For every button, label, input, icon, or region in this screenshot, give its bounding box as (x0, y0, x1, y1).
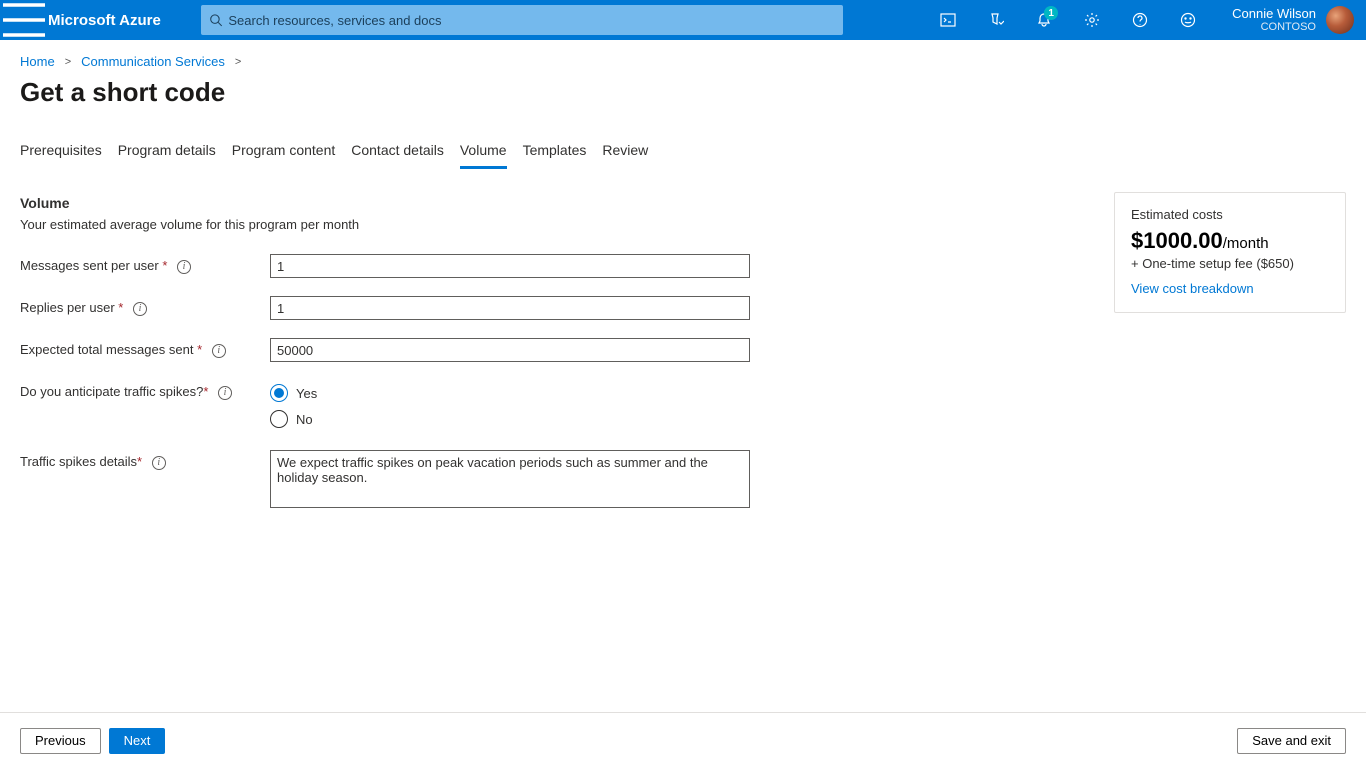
info-icon[interactable]: i (133, 302, 147, 316)
search-icon (209, 13, 223, 27)
tab-prerequisites[interactable]: Prerequisites (20, 142, 102, 169)
label-messages-sent: Messages sent per user * i (20, 254, 270, 274)
radio-spikes-yes[interactable]: Yes (270, 380, 317, 406)
cloud-shell-icon (940, 12, 956, 28)
smiley-icon (1180, 12, 1196, 28)
tab-volume[interactable]: Volume (460, 142, 507, 169)
chevron-right-icon: > (65, 56, 71, 68)
search-input[interactable] (228, 13, 834, 28)
directory-filter-button[interactable] (972, 0, 1020, 40)
cost-header: Estimated costs (1131, 207, 1329, 222)
help-icon (1132, 12, 1148, 28)
save-and-exit-button[interactable]: Save and exit (1237, 728, 1346, 754)
radio-label-yes: Yes (296, 386, 317, 401)
section-title: Volume (20, 195, 780, 211)
user-name: Connie Wilson (1232, 7, 1316, 21)
tab-program-content[interactable]: Program content (232, 142, 336, 169)
page-title: Get a short code (20, 77, 1346, 108)
filter-icon (988, 12, 1004, 28)
tabs: Prerequisites Program details Program co… (20, 142, 1346, 169)
previous-button[interactable]: Previous (20, 728, 101, 754)
tab-program-details[interactable]: Program details (118, 142, 216, 169)
radio-label-no: No (296, 412, 313, 427)
label-traffic-spikes: Do you anticipate traffic spikes?* i (20, 380, 270, 400)
info-icon[interactable]: i (212, 344, 226, 358)
spikes-details-textarea[interactable] (270, 450, 750, 508)
next-button[interactable]: Next (109, 728, 166, 754)
label-replies-per-user: Replies per user * i (20, 296, 270, 316)
label-expected-total: Expected total messages sent * i (20, 338, 270, 358)
breadcrumb: Home > Communication Services > (20, 54, 1346, 69)
notification-badge: 1 (1044, 6, 1058, 20)
replies-input[interactable] (270, 296, 750, 320)
info-icon[interactable]: i (152, 456, 166, 470)
brand: Microsoft Azure (48, 12, 161, 29)
messages-sent-input[interactable] (270, 254, 750, 278)
breadcrumb-communication-services[interactable]: Communication Services (81, 54, 225, 69)
hamburger-icon (0, 0, 48, 44)
settings-button[interactable] (1068, 0, 1116, 40)
user-org: CONTOSO (1232, 21, 1316, 33)
tab-review[interactable]: Review (602, 142, 648, 169)
expected-total-input[interactable] (270, 338, 750, 362)
notifications-button[interactable]: 1 (1020, 0, 1068, 40)
label-spikes-details: Traffic spikes details* i (20, 450, 270, 470)
tab-contact-details[interactable]: Contact details (351, 142, 444, 169)
estimated-cost-card: Estimated costs $1000.00/month + One-tim… (1114, 192, 1346, 313)
help-button[interactable] (1116, 0, 1164, 40)
view-cost-breakdown-link[interactable]: View cost breakdown (1131, 281, 1254, 296)
footer: Previous Next Save and exit (0, 712, 1366, 768)
avatar (1326, 6, 1354, 34)
chevron-right-icon: > (235, 56, 241, 68)
cost-setup-fee: + One-time setup fee ($650) (1131, 256, 1329, 271)
tab-templates[interactable]: Templates (523, 142, 587, 169)
account-menu[interactable]: Connie Wilson CONTOSO (1212, 6, 1366, 34)
radio-icon (270, 384, 288, 402)
cost-price: $1000.00/month (1131, 228, 1329, 254)
radio-spikes-no[interactable]: No (270, 406, 317, 432)
info-icon[interactable]: i (218, 386, 232, 400)
radio-icon (270, 410, 288, 428)
global-search[interactable] (201, 5, 843, 35)
feedback-button[interactable] (1164, 0, 1212, 40)
menu-toggle[interactable] (0, 0, 48, 40)
info-icon[interactable]: i (177, 260, 191, 274)
gear-icon (1084, 12, 1100, 28)
breadcrumb-home[interactable]: Home (20, 54, 55, 69)
section-desc: Your estimated average volume for this p… (20, 217, 780, 232)
topbar: Microsoft Azure 1 Connie Wilson C (0, 0, 1366, 40)
cloud-shell-button[interactable] (924, 0, 972, 40)
